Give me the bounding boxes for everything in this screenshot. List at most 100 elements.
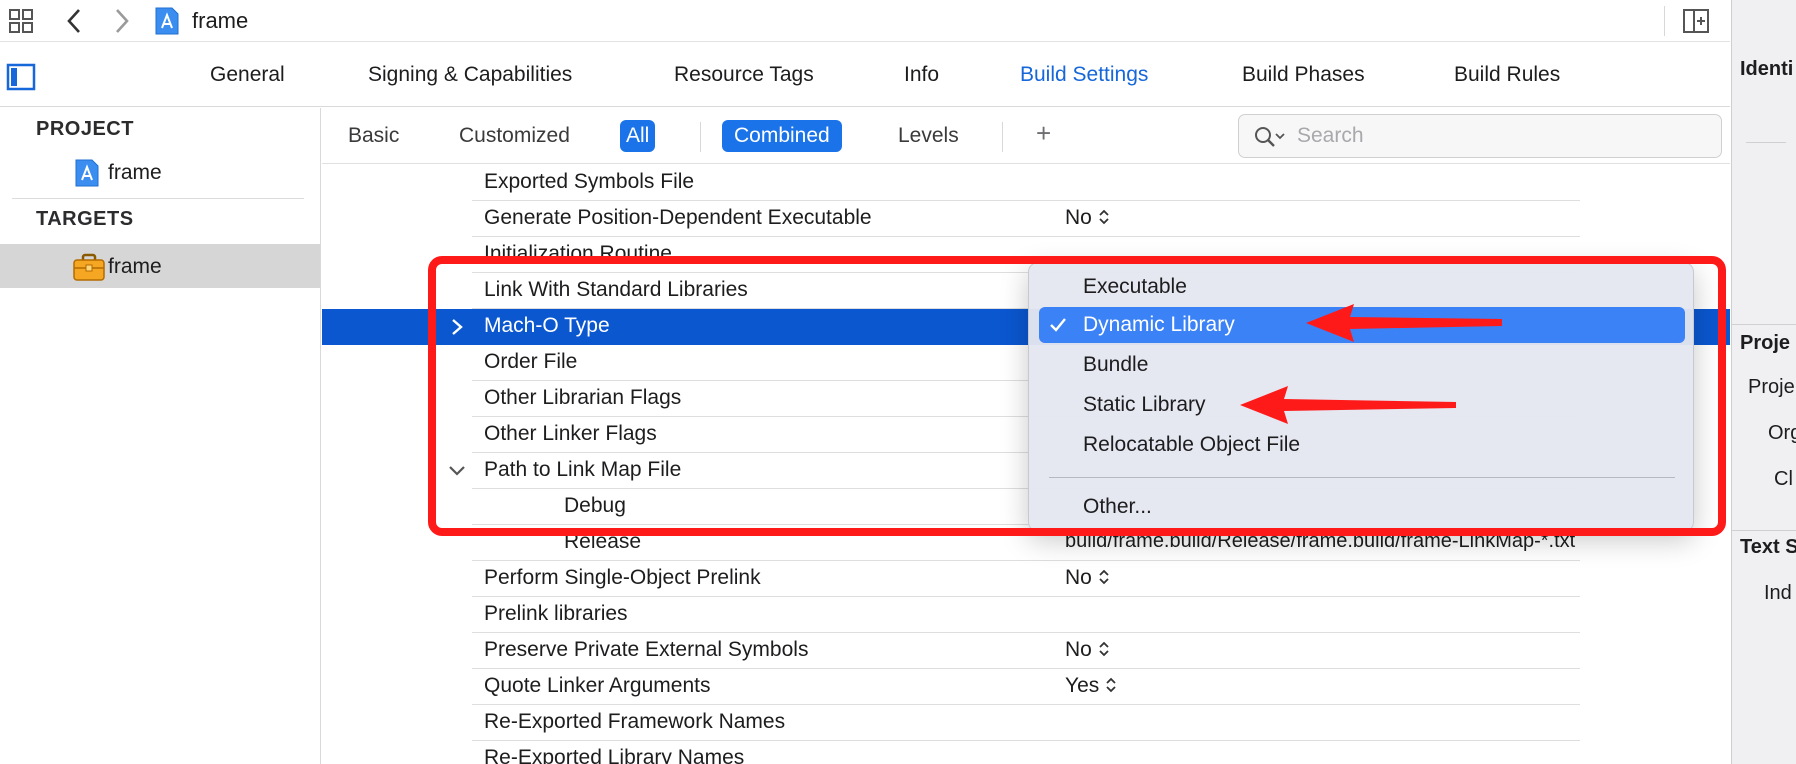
setting-name: Link With Standard Libraries <box>484 278 748 301</box>
inspector-divider <box>1732 324 1796 325</box>
filter-divider <box>1002 122 1003 152</box>
inspector-class-label: Cl <box>1774 468 1793 490</box>
setting-name: Generate Position-Dependent Executable <box>484 206 872 229</box>
setting-row[interactable]: Perform Single-Object Prelink No <box>322 561 1730 597</box>
project-header: PROJECT <box>36 118 134 140</box>
search-icon <box>1253 125 1287 149</box>
target-item-label: frame <box>108 255 162 278</box>
setting-row[interactable]: Preserve Private External Symbols No <box>322 633 1730 669</box>
filter-levels-button[interactable]: Levels <box>898 120 959 152</box>
search-field[interactable] <box>1238 114 1722 158</box>
stepper-chevron-icon <box>1099 569 1109 585</box>
chevron-down-icon[interactable] <box>448 460 466 482</box>
toolbox-target-icon <box>72 252 105 282</box>
setting-name: Order File <box>484 350 578 373</box>
window-title: frame <box>192 8 249 33</box>
window-toolbar: frame <box>0 0 1730 42</box>
tab-build-settings[interactable]: Build Settings <box>1020 63 1148 87</box>
setting-row[interactable]: Quote Linker Arguments Yes <box>322 669 1730 705</box>
setting-name: Re-Exported Framework Names <box>484 710 786 733</box>
setting-name: Preserve Private External Symbols <box>484 638 809 661</box>
project-navigator: PROJECT frame TARGETS frame <box>0 108 321 764</box>
menu-item-other[interactable]: Other... <box>1039 489 1685 525</box>
menu-item-label: Static Library <box>1083 393 1206 416</box>
tab-info[interactable]: Info <box>904 63 939 87</box>
stepper-chevron-icon <box>1099 641 1109 657</box>
menu-item-dynamic-library[interactable]: Dynamic Library <box>1039 307 1685 343</box>
tab-build-phases[interactable]: Build Phases <box>1242 63 1365 87</box>
filter-combined-button[interactable]: Combined <box>722 120 842 152</box>
chevron-right-icon[interactable] <box>448 316 466 338</box>
setting-row[interactable]: Exported Symbols File <box>322 165 1730 201</box>
menu-item-label: Bundle <box>1083 353 1149 376</box>
tab-resource-tags[interactable]: Resource Tags <box>674 63 814 87</box>
checkmark-icon <box>1049 317 1067 333</box>
grid-icon[interactable] <box>8 8 36 34</box>
menu-item-label: Relocatable Object File <box>1083 433 1301 456</box>
menu-item-executable[interactable]: Executable <box>1039 269 1685 305</box>
setting-row[interactable]: Prelink libraries <box>322 597 1730 633</box>
project-item-label: frame <box>108 161 162 184</box>
filter-all-button[interactable]: All <box>620 120 656 152</box>
setting-name: Perform Single-Object Prelink <box>484 566 761 589</box>
setting-name: Prelink libraries <box>484 602 628 625</box>
tab-signing-capabilities[interactable]: Signing & Capabilities <box>368 63 572 87</box>
setting-row[interactable]: Re-Exported Library Names <box>322 741 1730 764</box>
filter-divider <box>700 122 701 152</box>
inspector-project-label: Proje <box>1748 376 1795 398</box>
project-item-frame[interactable]: frame <box>0 150 320 194</box>
targets-header: TARGETS <box>36 208 134 230</box>
app-project-icon <box>72 158 102 188</box>
toolbar-divider <box>1664 6 1665 36</box>
menu-item-label: Dynamic Library <box>1083 313 1235 336</box>
navigator-divider <box>12 198 304 199</box>
search-input[interactable] <box>1297 121 1707 151</box>
menu-separator <box>1049 477 1675 478</box>
setting-name: Re-Exported Library Names <box>484 746 745 764</box>
inspector-indent-label: Ind <box>1764 582 1792 604</box>
setting-value: No <box>1065 566 1092 589</box>
stepper-chevron-icon <box>1099 209 1109 225</box>
filter-customized-button[interactable]: Customized <box>459 120 570 152</box>
setting-name: Initialization Routine <box>484 242 672 265</box>
setting-row[interactable]: Generate Position-Dependent Executable N… <box>322 201 1730 237</box>
menu-item-bundle[interactable]: Bundle <box>1039 347 1685 383</box>
tab-general[interactable]: General <box>210 63 285 87</box>
setting-value-popup[interactable]: No <box>1065 638 1110 662</box>
menu-item-relocatable-object-file[interactable]: Relocatable Object File <box>1039 427 1685 463</box>
add-editor-icon[interactable] <box>1682 8 1710 34</box>
add-setting-button[interactable]: + <box>1036 118 1051 149</box>
filter-basic-button[interactable]: Basic <box>348 120 399 152</box>
target-item-frame[interactable]: frame <box>0 244 320 288</box>
setting-row[interactable]: Re-Exported Framework Names <box>322 705 1730 741</box>
mach-o-type-menu: Executable Dynamic Library Bundle Static… <box>1028 262 1694 532</box>
back-arrow-icon[interactable] <box>62 6 88 36</box>
setting-name: Debug <box>564 494 626 517</box>
navigator-toggle-icon[interactable] <box>6 63 36 91</box>
setting-value: No <box>1065 206 1092 229</box>
menu-item-static-library[interactable]: Static Library <box>1039 387 1685 423</box>
setting-value-popup[interactable]: No <box>1065 566 1110 590</box>
build-settings-filter-bar: Basic Customized All Combined Levels + <box>322 108 1730 164</box>
editor-tab-bar: General Signing & Capabilities Resource … <box>0 43 1730 107</box>
setting-value: build/frame.build/Release/frame.build/fr… <box>1065 530 1576 552</box>
setting-name: Mach-O Type <box>484 314 610 337</box>
setting-name: Release <box>564 530 642 553</box>
inspector-identity-heading: Identi <box>1740 58 1794 80</box>
setting-name: Other Librarian Flags <box>484 386 682 409</box>
inspector-divider <box>1732 530 1796 531</box>
stepper-chevron-icon <box>1106 677 1116 693</box>
setting-value-popup[interactable]: Yes <box>1065 674 1117 698</box>
tab-build-rules[interactable]: Build Rules <box>1454 63 1560 87</box>
setting-name: Exported Symbols File <box>484 170 695 193</box>
setting-name: Other Linker Flags <box>484 422 657 445</box>
forward-arrow-icon[interactable] <box>108 6 134 36</box>
menu-item-label: Executable <box>1083 275 1187 298</box>
setting-value-popup[interactable]: No <box>1065 206 1110 230</box>
setting-name: Quote Linker Arguments <box>484 674 711 697</box>
setting-value: No <box>1065 638 1092 661</box>
app-project-icon <box>154 6 180 36</box>
inspector-text-settings-heading: Text S <box>1740 536 1796 558</box>
inspector-panel: Identi Proje Proje Org Cl Text S Ind <box>1731 0 1796 764</box>
inspector-divider <box>1746 142 1786 143</box>
